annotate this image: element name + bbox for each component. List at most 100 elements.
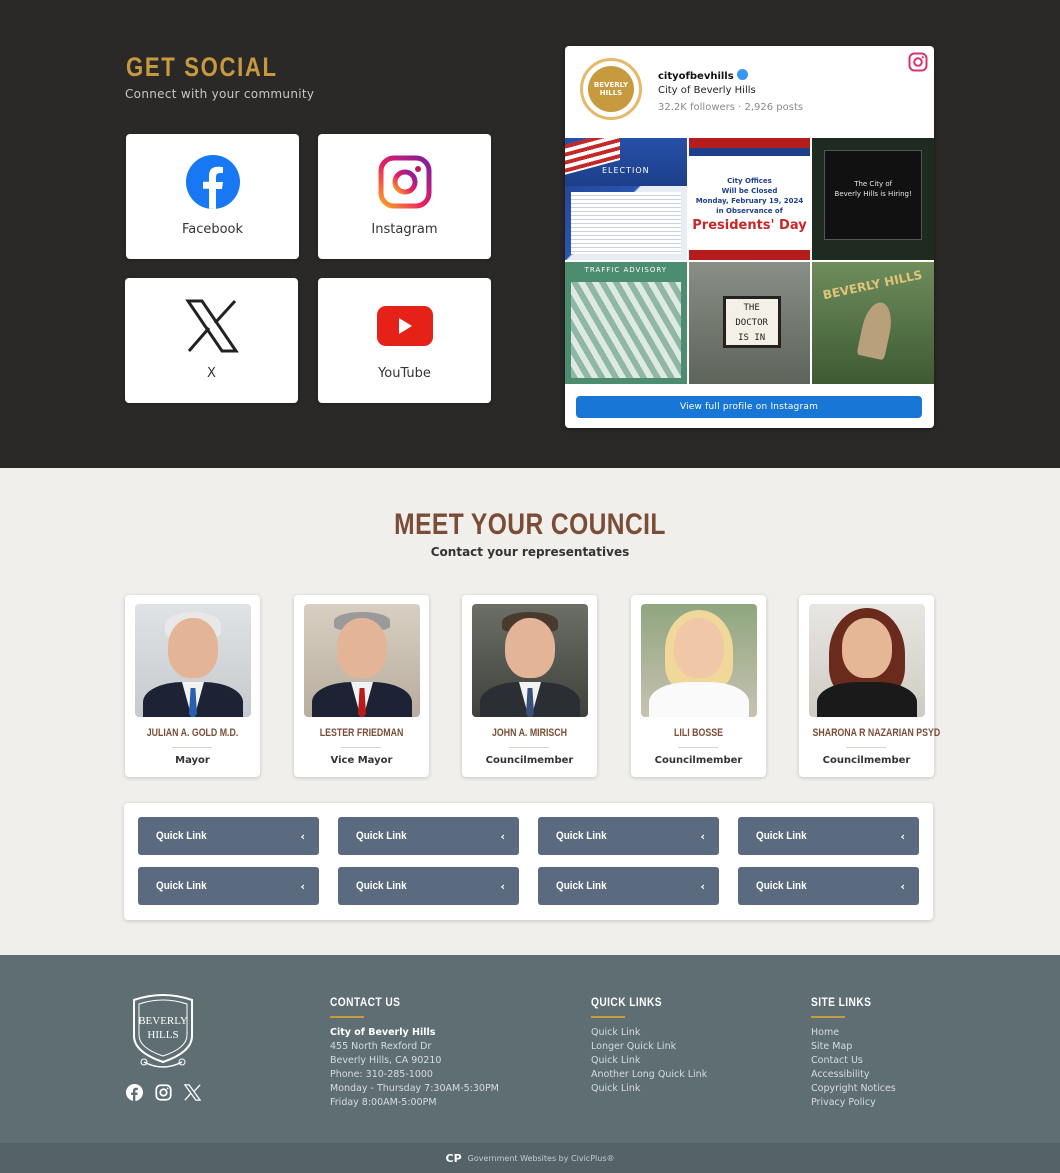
- footer-quick-link[interactable]: Quick Link: [591, 1026, 707, 1040]
- contact-org: City of Beverly Hills: [330, 1027, 436, 1038]
- site-footer: BEVERLY HILLS CONTACT US City of Beverly…: [0, 955, 1060, 1173]
- verified-badge-icon: [736, 69, 748, 80]
- youtube-icon: [376, 305, 433, 346]
- instagram-label: Instagram: [371, 222, 438, 237]
- member-name: JULIAN A. GOLD M.D.: [146, 727, 239, 739]
- member-name: LILI BOSSE: [674, 727, 723, 739]
- beverly-hills-seal-logo[interactable]: BEVERLY HILLS: [126, 992, 200, 1072]
- chevron-left-icon: ‹: [500, 829, 505, 843]
- profile-handle[interactable]: cityofbevhills: [658, 69, 748, 82]
- quick-link-button[interactable]: Quick Link ‹: [538, 867, 719, 905]
- footer-quick-link[interactable]: Quick Link: [591, 1054, 707, 1068]
- council-subtitle: Contact your representatives: [430, 545, 630, 559]
- member-role: Vice Mayor: [330, 755, 393, 766]
- x-icon[interactable]: [184, 1084, 201, 1101]
- youtube-card[interactable]: YouTube: [318, 278, 491, 403]
- council-card[interactable]: LESTER FRIEDMAN Vice Mayor: [294, 595, 429, 777]
- facebook-card[interactable]: Facebook: [126, 134, 299, 259]
- facebook-icon[interactable]: [126, 1084, 143, 1101]
- instagram-icon: [378, 155, 431, 208]
- instagram-card[interactable]: Instagram: [318, 134, 491, 259]
- footer-quick-link[interactable]: Quick Link: [591, 1082, 707, 1096]
- post-tile[interactable]: THE DOCTOR IS IN: [688, 262, 811, 384]
- contact-address-line-1: 455 North Rexford Dr: [330, 1041, 432, 1052]
- quick-link-button[interactable]: Quick Link ‹: [538, 817, 719, 855]
- site-link-home[interactable]: Home: [811, 1026, 896, 1040]
- footer-quick-link[interactable]: Another Long Quick Link: [591, 1068, 707, 1082]
- social-title: GET SOCIAL: [126, 52, 278, 82]
- x-icon: [184, 299, 239, 352]
- quick-link-button[interactable]: Quick Link ‹: [338, 867, 519, 905]
- profile-avatar[interactable]: BEVERLY HILLS: [580, 58, 642, 120]
- profile-name: City of Beverly Hills: [658, 85, 756, 96]
- council-title: MEET YOUR COUNCIL: [394, 508, 666, 541]
- civicplus-logo-icon: CP: [445, 1151, 462, 1165]
- social-subtitle: Connect with your community: [125, 87, 315, 101]
- quick-link-button[interactable]: Quick Link ‹: [338, 817, 519, 855]
- member-name: LESTER FRIEDMAN: [319, 727, 404, 739]
- view-profile-button[interactable]: View full profile on Instagram: [576, 396, 922, 418]
- quick-links-panel: Quick Link ‹ Quick Link ‹ Quick Link ‹ Quic…: [124, 803, 933, 920]
- chevron-left-icon: ‹: [300, 829, 305, 843]
- council-card[interactable]: JULIAN A. GOLD M.D. Mayor: [125, 595, 260, 777]
- footer-quick-link[interactable]: Longer Quick Link: [591, 1040, 707, 1054]
- facebook-icon: [185, 154, 240, 209]
- footer-social-links: [126, 1084, 201, 1101]
- quick-links-heading: QUICK LINKS: [591, 995, 662, 1009]
- council-card[interactable]: SHARONA R NAZARIAN PSYD Councilmember: [799, 595, 941, 777]
- facebook-label: Facebook: [181, 222, 244, 237]
- site-link-site-map[interactable]: Site Map: [811, 1040, 896, 1054]
- contact-hours-1: Monday - Thursday 7:30AM-5:30PM: [330, 1083, 499, 1094]
- post-tile[interactable]: ELECTION: [565, 138, 687, 260]
- post-tile[interactable]: TRAFFIC ADVISORY: [565, 262, 687, 384]
- member-role: Councilmember: [822, 755, 911, 766]
- chevron-left-icon: ‹: [900, 829, 905, 843]
- chevron-left-icon: ‹: [900, 879, 905, 893]
- member-photo: [809, 604, 925, 717]
- chevron-left-icon: ‹: [300, 879, 305, 893]
- quick-link-button[interactable]: Quick Link ‹: [138, 867, 319, 905]
- member-photo: [472, 604, 588, 717]
- member-photo: [304, 604, 420, 717]
- member-photo: [641, 604, 757, 717]
- x-card[interactable]: X: [125, 278, 298, 403]
- quick-link-button[interactable]: Quick Link ‹: [138, 817, 319, 855]
- instagram-feed-embed: BEVERLY HILLS cityofbevhills City of Bev…: [565, 46, 934, 428]
- footer-quick-links: QUICK LINKS Quick Link Longer Quick Link…: [591, 995, 707, 1096]
- chevron-left-icon: ‹: [700, 879, 705, 893]
- site-links-heading: SITE LINKS: [811, 995, 872, 1009]
- member-role: Councilmember: [485, 755, 574, 766]
- post-tile[interactable]: City Offices Will be Closed Monday, Februa…: [688, 138, 811, 260]
- contact-address-line-2: Beverly Hills, CA 90210: [330, 1055, 442, 1066]
- member-name: JOHN A. MIRISCH: [492, 727, 567, 739]
- x-label: X: [207, 366, 216, 381]
- member-role: Mayor: [175, 755, 210, 766]
- site-link-accessibility[interactable]: Accessibility: [811, 1068, 896, 1082]
- member-name: SHARONA R NAZARIAN PSYD: [812, 727, 941, 739]
- footer-site-links: SITE LINKS Home Site Map Contact Us Acce…: [811, 995, 896, 1110]
- svg-text:BEVERLY: BEVERLY: [138, 1015, 188, 1027]
- member-role: Councilmember: [654, 755, 743, 766]
- contact-heading: CONTACT US: [330, 995, 401, 1009]
- post-grid: ELECTION City Offices Will be Closed Monda…: [565, 138, 934, 384]
- instagram-icon[interactable]: [155, 1084, 172, 1101]
- chevron-left-icon: ‹: [700, 829, 705, 843]
- quick-link-button[interactable]: Quick Link ‹: [738, 867, 919, 905]
- profile-stats: 32.2K followers · 2,926 posts: [658, 102, 804, 113]
- footer-contact: CONTACT US City of Beverly Hills 455 Nor…: [330, 995, 499, 1110]
- quick-link-button[interactable]: Quick Link ‹: [738, 817, 919, 855]
- social-section: GET SOCIAL Connect with your community F…: [0, 0, 1060, 468]
- instagram-logo-icon[interactable]: [908, 52, 928, 72]
- credit-bar: CP Government Websites by CivicPlus®: [0, 1143, 1060, 1173]
- contact-phone[interactable]: Phone: 310-285-1000: [330, 1068, 499, 1082]
- site-link-copyright[interactable]: Copyright Notices: [811, 1082, 896, 1096]
- site-link-contact[interactable]: Contact Us: [811, 1054, 896, 1068]
- chevron-left-icon: ‹: [500, 879, 505, 893]
- post-tile[interactable]: BEVERLY HILLS: [812, 262, 934, 384]
- site-link-privacy[interactable]: Privacy Policy: [811, 1096, 896, 1110]
- credit-link[interactable]: Government Websites by CivicPlus®: [468, 1154, 615, 1163]
- post-tile[interactable]: The City of Beverly Hills is Hiring!: [812, 138, 934, 260]
- council-card[interactable]: JOHN A. MIRISCH Councilmember: [462, 595, 597, 777]
- council-card[interactable]: LILI BOSSE Councilmember: [631, 595, 766, 777]
- youtube-label: YouTube: [378, 366, 431, 381]
